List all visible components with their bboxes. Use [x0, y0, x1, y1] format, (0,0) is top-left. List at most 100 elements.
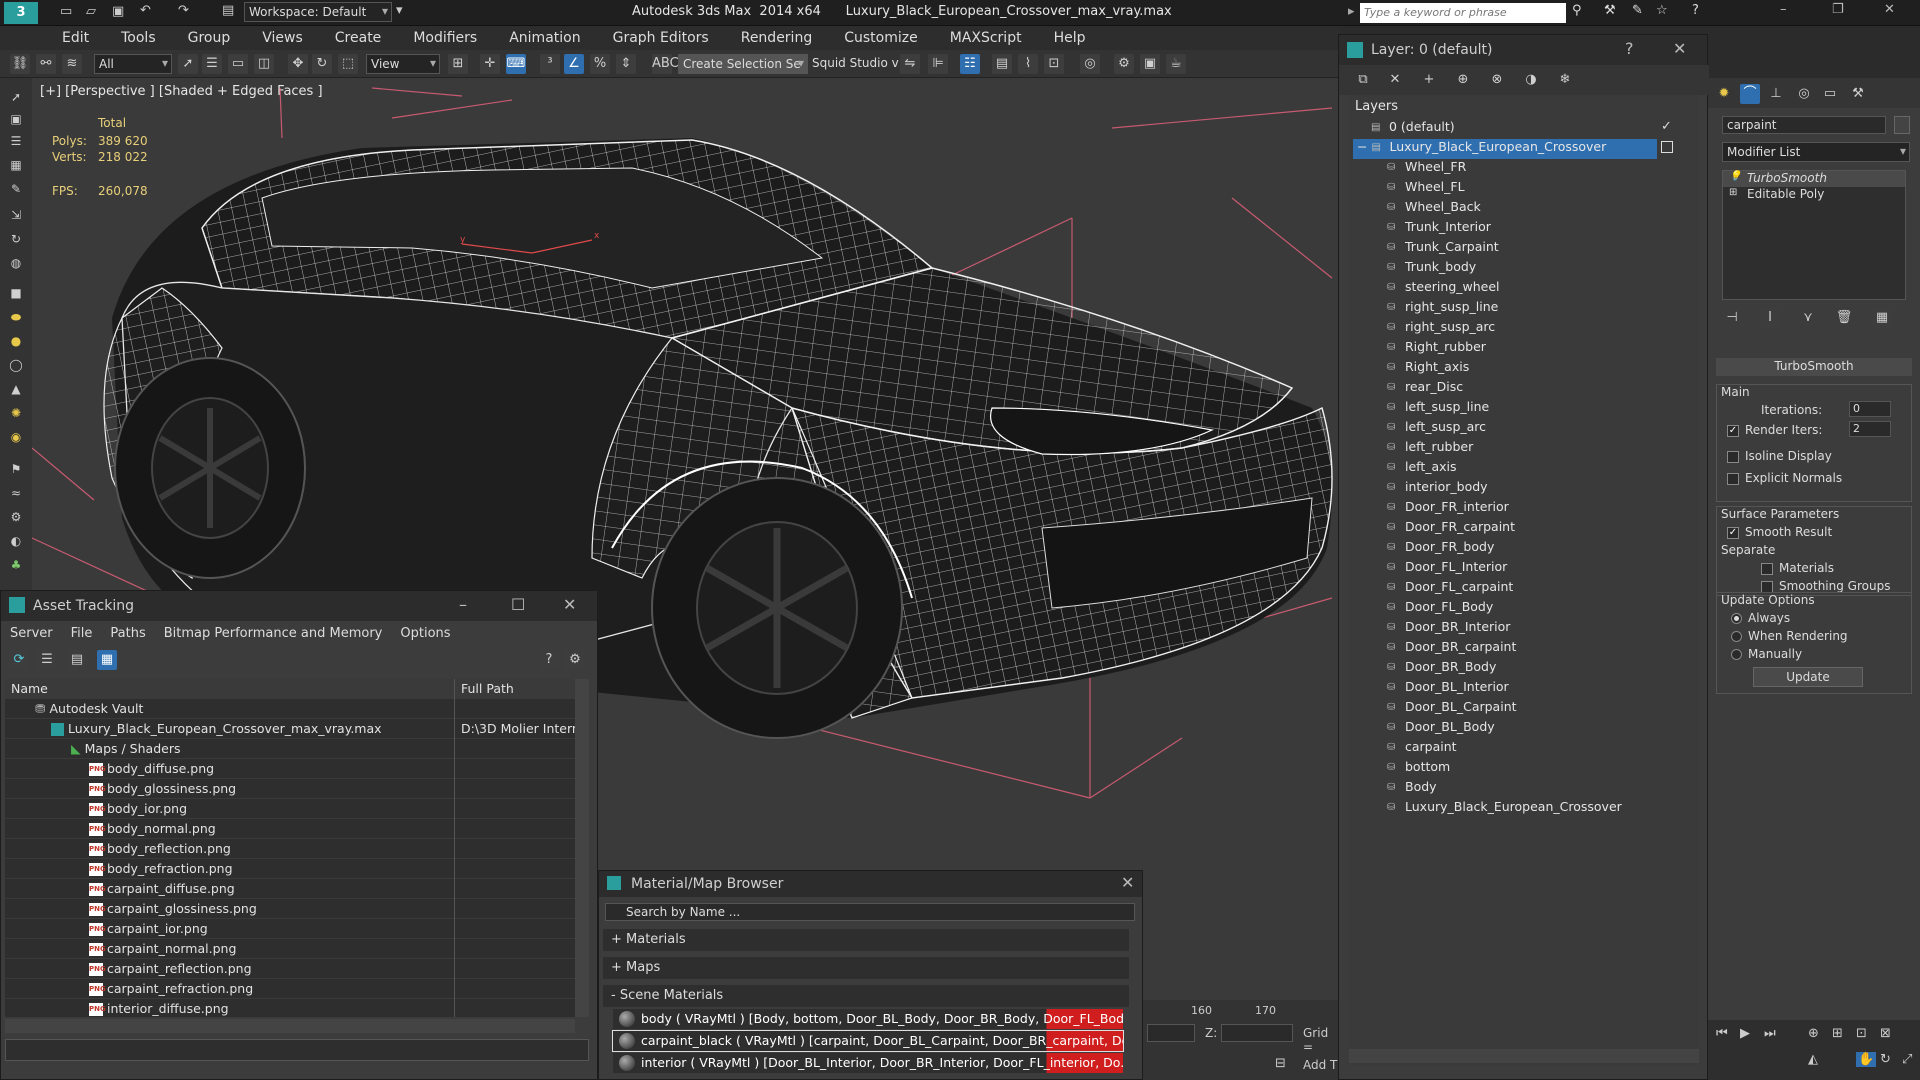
table-row[interactable]: PNGcarpaint_diffuse.png [5, 879, 579, 899]
communication-icon[interactable]: ✎ [1632, 3, 1643, 18]
table-row[interactable]: PNGbody_diffuse.png [5, 759, 579, 779]
layer-object-item[interactable]: ⛁ Wheel_FL [1387, 179, 1465, 199]
selection-filter-dropdown[interactable]: All [94, 54, 172, 74]
layer-object-item[interactable]: ⛁ Door_FR_interior [1387, 499, 1509, 519]
display-tab-icon[interactable]: ▭ [1820, 84, 1840, 104]
keyword-search-input[interactable]: Type a keyword or phrase [1360, 3, 1566, 23]
redo-icon[interactable]: ↷ [178, 3, 189, 18]
layer-object-item[interactable]: ⛁ carpaint [1387, 739, 1457, 759]
next-frame-icon[interactable]: ⏭ [1764, 1026, 1776, 1041]
separate-smoothing-groups-checkbox[interactable]: Smoothing Groups [1761, 579, 1890, 593]
object-name-field[interactable]: carpaint [1722, 116, 1886, 134]
maximize-viewport-icon[interactable]: ⤢ [1902, 1052, 1912, 1067]
tool-paint-icon[interactable]: ✎ [7, 182, 25, 198]
layer-object-item[interactable]: ⛁ Door_BL_Interior [1387, 679, 1509, 699]
pan-icon[interactable]: ✋ [1856, 1052, 1877, 1067]
percent-snap-icon[interactable]: % [590, 54, 610, 74]
material-item-carpaint[interactable]: carpaint_black ( VRayMtl ) [carpaint, Do… [612, 1030, 1124, 1052]
orbit-icon[interactable]: ↻ [1880, 1052, 1891, 1067]
tool-list-icon[interactable]: ☰ [7, 134, 25, 150]
layer-object-item[interactable]: ⛁ left_axis [1387, 459, 1457, 479]
snap-toggle-icon[interactable]: ³ [540, 54, 560, 74]
separate-materials-checkbox[interactable]: Materials [1761, 561, 1834, 575]
edit-named-selection-icon[interactable]: ABC [652, 54, 679, 74]
col-path-header[interactable]: Full Path [457, 679, 577, 699]
layer-explorer-titlebar[interactable]: Layer: 0 (default) ? ✕ [1339, 35, 1707, 65]
binoculars-icon[interactable]: ⚲ [1572, 3, 1582, 18]
render-production-icon[interactable]: ☕ [1166, 54, 1186, 74]
tool-render-icon[interactable]: ◐ [7, 534, 25, 550]
open-file-icon[interactable]: ▱ [86, 4, 96, 19]
tool-cylinder-icon[interactable]: ⬬ [7, 310, 25, 326]
materials-section[interactable]: + Materials [603, 929, 1129, 951]
maps-section[interactable]: + Maps [603, 957, 1129, 979]
table-row[interactable]: PNGbody_ior.png [5, 799, 579, 819]
layer-object-item[interactable]: ⛁ Trunk_Carpaint [1387, 239, 1499, 259]
undo-icon[interactable]: ↶ [140, 3, 151, 18]
layer-luxury-crossover[interactable]: − ▤ Luxury_Black_European_Crossover [1353, 139, 1657, 159]
tool-cone-icon[interactable]: ▲ [7, 382, 25, 398]
layer-object-item[interactable]: ⛁ Right_rubber [1387, 339, 1486, 359]
layer-object-item[interactable]: ⛁ Wheel_Back [1387, 199, 1481, 219]
workspace-dropdown[interactable]: Workspace: Default [244, 2, 392, 22]
layer-object-item[interactable]: ⛁ Right_axis [1387, 359, 1469, 379]
spinner-snap-icon[interactable]: ⇕ [616, 54, 636, 74]
unlink-icon[interactable]: ⚯ [36, 54, 56, 74]
tool-rotate-icon[interactable]: ↻ [7, 232, 25, 248]
layer-object-item[interactable]: ⛁ left_susp_line [1387, 399, 1489, 419]
tool-light-icon[interactable]: ✺ [7, 406, 25, 422]
rect-selection-icon[interactable]: ▭ [228, 54, 248, 74]
layer-object-item[interactable]: ⛁ left_rubber [1387, 439, 1473, 459]
table-row[interactable]: PNGbody_reflection.png [5, 839, 579, 859]
table-row[interactable]: PNGinterior_diffuse.png [5, 999, 579, 1017]
layer-object-item[interactable]: ⛁ Door_FL_Interior [1387, 559, 1507, 579]
explicit-normals-checkbox[interactable]: Explicit Normals [1727, 471, 1842, 485]
show-end-result-icon[interactable]: I [1760, 308, 1780, 328]
select-manipulate-icon[interactable]: ✛ [480, 54, 500, 74]
layer-object-item[interactable]: ⛁ right_susp_line [1387, 299, 1498, 319]
named-selection-set-dropdown[interactable]: Create Selection Se [678, 54, 808, 74]
table-row[interactable]: ⛃ Autodesk Vault [5, 699, 579, 719]
minimize-icon[interactable]: – [459, 595, 467, 614]
tool-systems-icon[interactable]: ⚙ [7, 510, 25, 526]
angle-snap-icon[interactable]: ∠ [564, 54, 584, 74]
tool-scale-icon[interactable]: ⇲ [7, 208, 25, 224]
layer-object-item[interactable]: ⛁ Door_BR_Body [1387, 659, 1496, 679]
layer-object-item[interactable]: ⛁ interior_body [1387, 479, 1488, 499]
list-view-icon[interactable]: ☰ [37, 650, 57, 670]
minimize-icon[interactable]: – [1780, 2, 1787, 17]
asset-horizontal-scrollbar[interactable] [5, 1019, 575, 1033]
maximize-icon[interactable]: ❐ [1832, 2, 1844, 17]
close-icon[interactable]: ✕ [1884, 2, 1895, 17]
squid-studio-label[interactable]: Squid Studio v [812, 56, 899, 70]
highlight-layer-icon[interactable]: ⊗ [1487, 70, 1507, 90]
pin-stack-icon[interactable]: ⊣ [1722, 308, 1742, 328]
add-time-tag[interactable]: Add T [1303, 1058, 1337, 1072]
tool-box-icon[interactable]: ■ [7, 286, 25, 302]
asset-menu-bitmap[interactable]: Bitmap Performance and Memory [155, 621, 392, 646]
turbosmooth-rollout-header[interactable]: TurboSmooth [1716, 358, 1912, 376]
schematic-view-icon[interactable]: ⊡ [1044, 54, 1064, 74]
update-button[interactable]: Update [1753, 667, 1863, 687]
material-search-input[interactable]: Search by Name ... [605, 903, 1135, 921]
modifier-list-dropdown[interactable]: Modifier List [1722, 142, 1910, 162]
menu-edit[interactable]: Edit [46, 26, 105, 46]
material-item-interior[interactable]: interior ( VRayMtl ) [Door_BL_Interior, … [613, 1053, 1123, 1073]
layer-object-item[interactable]: ⛁ Door_FL_carpaint [1387, 579, 1513, 599]
key-icon[interactable]: ⊟ [1275, 1056, 1286, 1071]
layer-object-item[interactable]: ⛁ Door_BL_Carpaint [1387, 699, 1517, 719]
curve-editor-icon[interactable]: ⌇ [1018, 54, 1038, 74]
make-unique-icon[interactable]: ⋎ [1798, 308, 1818, 328]
table-row[interactable]: PNGcarpaint_refraction.png [5, 979, 579, 999]
asset-menu-paths[interactable]: Paths [101, 621, 154, 646]
select-object-icon[interactable]: ➚ [178, 54, 198, 74]
mirror-icon[interactable]: ⇋ [900, 54, 920, 74]
z-coord-field[interactable] [1221, 1024, 1293, 1042]
asset-tracking-titlebar[interactable]: Asset Tracking – ☐ ✕ [1, 591, 597, 621]
x-coord-field[interactable] [1147, 1024, 1195, 1042]
table-row[interactable]: PNGbody_glossiness.png [5, 779, 579, 799]
tool-environment-icon[interactable]: ♣ [7, 558, 25, 574]
layer-object-item[interactable]: ⛁ left_susp_arc [1387, 419, 1486, 439]
menu-rendering[interactable]: Rendering [725, 26, 829, 46]
layer-object-item[interactable]: ⛁ Door_BR_carpaint [1387, 639, 1516, 659]
